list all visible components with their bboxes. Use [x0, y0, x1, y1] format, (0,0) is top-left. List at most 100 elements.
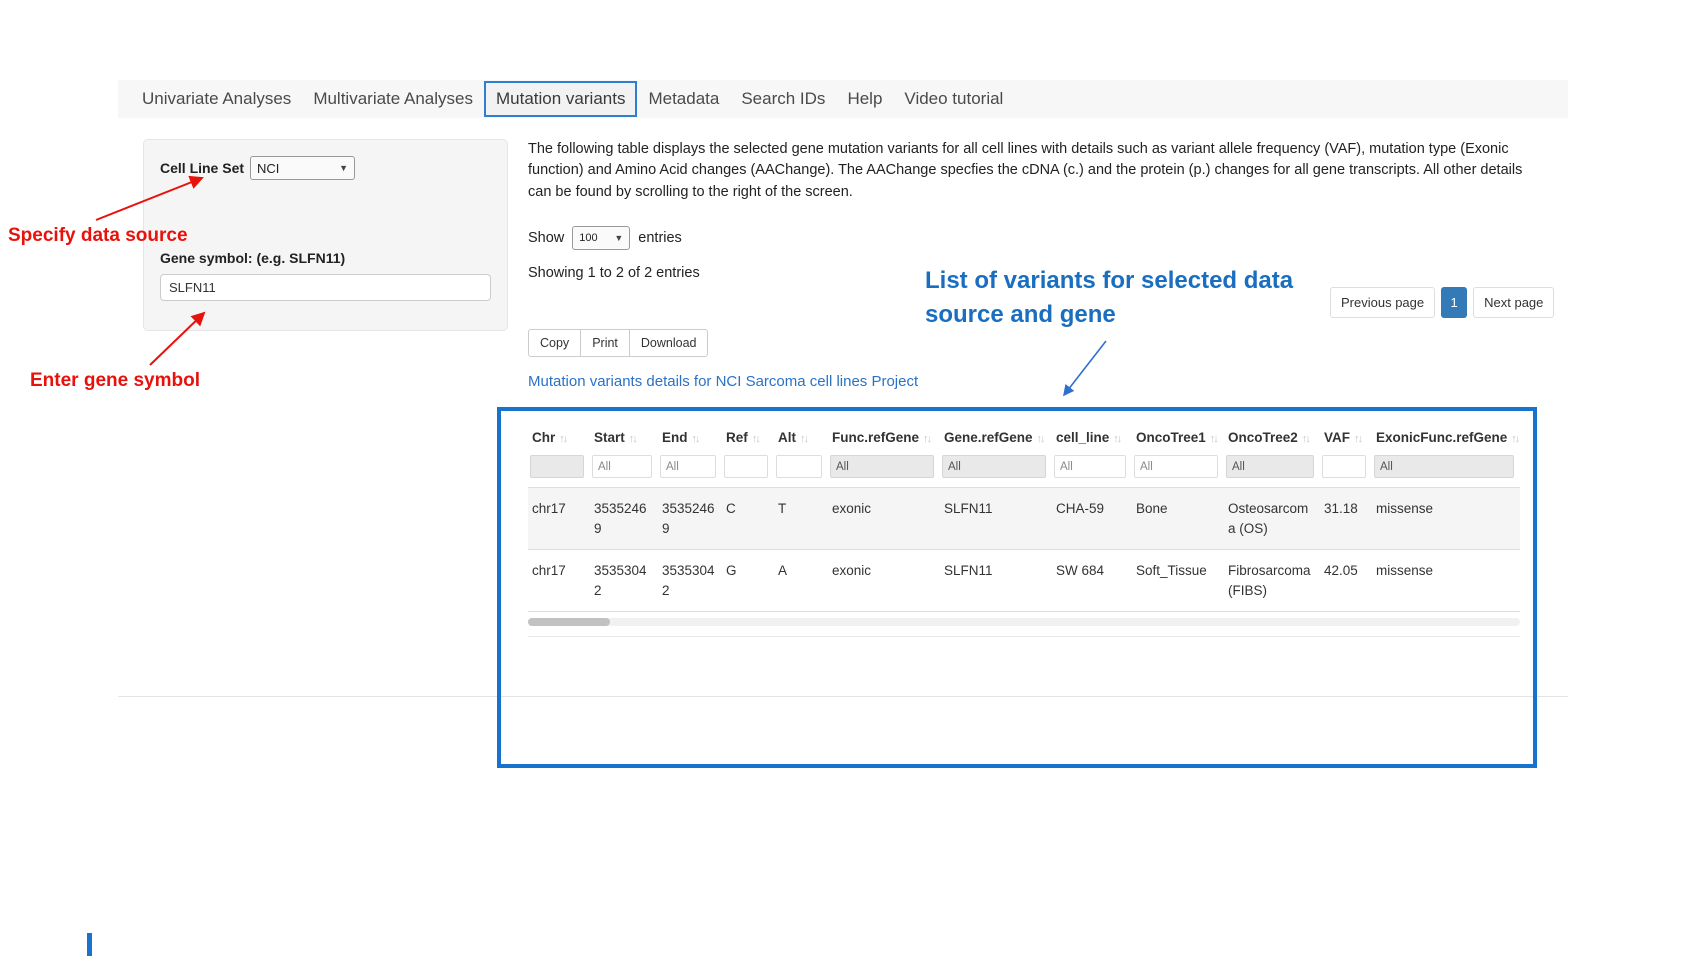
- column-label: VAF: [1324, 430, 1350, 445]
- tab-description: The following table displays the selecte…: [528, 139, 1523, 203]
- table-row[interactable]: chr173535304235353042GAexonicSLFN11SW 68…: [528, 550, 1520, 612]
- chevron-down-icon: ▼: [339, 163, 348, 173]
- sort-icon[interactable]: ↑↓: [800, 433, 807, 445]
- annotation-variants-line2: source and gene: [925, 298, 1345, 332]
- column-header-end[interactable]: End ↑↓: [658, 421, 722, 455]
- cell-func-refgene: exonic: [828, 550, 940, 612]
- column-filter-vaf[interactable]: [1322, 455, 1366, 478]
- print-button[interactable]: Print: [580, 329, 630, 357]
- column-filter-end[interactable]: [660, 455, 716, 478]
- entries-per-page-value: 100: [579, 232, 597, 244]
- sort-icon[interactable]: ↑↓: [752, 433, 759, 445]
- gene-symbol-label: Gene symbol: (e.g. SLFN11): [160, 250, 491, 266]
- column-header-oncotree1[interactable]: OncoTree1↑↓: [1132, 421, 1224, 455]
- annotation-arrow-data-source: [90, 168, 215, 230]
- column-header-gene-refgene[interactable]: Gene.refGene ↑↓: [940, 421, 1052, 455]
- tab-search-ids[interactable]: Search IDs: [730, 81, 836, 117]
- cell-cell-line: SW 684: [1052, 550, 1132, 612]
- table-title-link[interactable]: Mutation variants details for NCI Sarcom…: [528, 373, 918, 390]
- cell-chr: chr17: [528, 488, 590, 550]
- panel-divider: [118, 696, 1568, 697]
- column-header-exonicfunc-refgene[interactable]: ExonicFunc.refGene↑↓: [1372, 421, 1520, 455]
- table-bottom-border: [528, 636, 1520, 637]
- tab-help[interactable]: Help: [836, 81, 893, 117]
- table-row[interactable]: chr173535246935352469CTexonicSLFN11CHA-5…: [528, 488, 1520, 550]
- gene-symbol-input[interactable]: [160, 274, 491, 301]
- entries-label: entries: [638, 230, 682, 246]
- download-button[interactable]: Download: [629, 329, 709, 357]
- column-header-chr[interactable]: Chr ↑↓: [528, 421, 590, 455]
- column-header-start[interactable]: Start ↑↓: [590, 421, 658, 455]
- cell-alt: T: [774, 488, 828, 550]
- cell-ref: G: [722, 550, 774, 612]
- top-navbar: Univariate Analyses Multivariate Analyse…: [118, 80, 1568, 118]
- horizontal-scrollbar-thumb[interactable]: [528, 618, 610, 626]
- cell-gene-refgene: SLFN11: [940, 488, 1052, 550]
- column-label: Chr: [532, 430, 555, 445]
- cell-end: 35353042: [658, 550, 722, 612]
- copy-button[interactable]: Copy: [528, 329, 581, 357]
- previous-page-button[interactable]: Previous page: [1330, 287, 1435, 318]
- column-filter-start[interactable]: [592, 455, 652, 478]
- column-label: Alt: [778, 430, 796, 445]
- table-header-row: Chr ↑↓ Start ↑↓ End ↑↓ Ref ↑↓ Alt ↑↓ Func.refGene ↑…: [528, 421, 1520, 455]
- sort-icon[interactable]: ↑↓: [1113, 433, 1120, 445]
- cell-vaf: 31.18: [1320, 488, 1372, 550]
- next-page-button[interactable]: Next page: [1473, 287, 1554, 318]
- annotation-enter-gene-symbol: Enter gene symbol: [30, 370, 200, 392]
- column-label: Ref: [726, 430, 748, 445]
- cell-oncotree2: Osteosarcoma (OS): [1224, 488, 1320, 550]
- column-filter-ref[interactable]: [724, 455, 768, 478]
- column-filter-oncotree1[interactable]: [1134, 455, 1218, 478]
- tab-metadata[interactable]: Metadata: [637, 81, 730, 117]
- pagination: Previous page 1 Next page: [1330, 287, 1554, 318]
- sort-icon[interactable]: ↑↓: [559, 433, 566, 445]
- tab-multivariate-analyses[interactable]: Multivariate Analyses: [302, 81, 484, 117]
- column-filter-cell-line[interactable]: [1054, 455, 1126, 478]
- sort-icon[interactable]: ↑↓: [1210, 433, 1217, 445]
- column-label: Func.refGene: [832, 430, 919, 445]
- tab-univariate-analyses[interactable]: Univariate Analyses: [131, 81, 302, 117]
- cell-oncotree1: Bone: [1132, 488, 1224, 550]
- column-label: Gene.refGene: [944, 430, 1033, 445]
- cell-chr: chr17: [528, 550, 590, 612]
- table-filter-row: [528, 455, 1520, 488]
- column-filter-gene-refgene[interactable]: [942, 455, 1046, 478]
- column-header-vaf[interactable]: VAF ↑↓: [1320, 421, 1372, 455]
- column-label: cell_line: [1056, 430, 1109, 445]
- sort-icon[interactable]: ↑↓: [923, 433, 930, 445]
- column-header-alt[interactable]: Alt ↑↓: [774, 421, 828, 455]
- current-page-button[interactable]: 1: [1441, 287, 1467, 318]
- column-label: Start: [594, 430, 625, 445]
- column-filter-oncotree2[interactable]: [1226, 455, 1314, 478]
- column-header-func-refgene[interactable]: Func.refGene ↑↓: [828, 421, 940, 455]
- cell-ref: C: [722, 488, 774, 550]
- cell-alt: A: [774, 550, 828, 612]
- column-filter-chr[interactable]: [530, 455, 584, 478]
- entries-per-page-select[interactable]: 100 ▼: [572, 226, 630, 250]
- cell-line-set-value: NCI: [257, 161, 279, 176]
- app-window: Univariate Analyses Multivariate Analyse…: [0, 0, 1700, 956]
- column-filter-alt[interactable]: [776, 455, 822, 478]
- tab-video-tutorial[interactable]: Video tutorial: [893, 81, 1014, 117]
- showing-entries-info: Showing 1 to 2 of 2 entries: [528, 265, 700, 281]
- column-filter-func-refgene[interactable]: [830, 455, 934, 478]
- column-label: End: [662, 430, 688, 445]
- sort-icon[interactable]: ↑↓: [1354, 433, 1361, 445]
- column-header-ref[interactable]: Ref ↑↓: [722, 421, 774, 455]
- show-label: Show: [528, 230, 564, 246]
- sort-icon[interactable]: ↑↓: [1302, 433, 1309, 445]
- cell-line-set-select[interactable]: NCI ▼: [250, 156, 355, 180]
- sort-icon[interactable]: ↑↓: [1037, 433, 1044, 445]
- column-filter-exonicfunc-refgene[interactable]: [1374, 455, 1514, 478]
- tab-mutation-variants[interactable]: Mutation variants: [484, 81, 637, 117]
- column-header-cell-line[interactable]: cell_line ↑↓: [1052, 421, 1132, 455]
- sort-icon[interactable]: ↑↓: [1511, 433, 1518, 445]
- column-header-oncotree2[interactable]: OncoTree2↑↓: [1224, 421, 1320, 455]
- annotation-arrow-variants: [1040, 335, 1125, 405]
- cell-cell-line: CHA-59: [1052, 488, 1132, 550]
- show-entries-control: Show 100 ▼ entries: [528, 226, 682, 250]
- sort-icon[interactable]: ↑↓: [692, 433, 699, 445]
- sort-icon[interactable]: ↑↓: [629, 433, 636, 445]
- horizontal-scrollbar[interactable]: [528, 618, 1520, 626]
